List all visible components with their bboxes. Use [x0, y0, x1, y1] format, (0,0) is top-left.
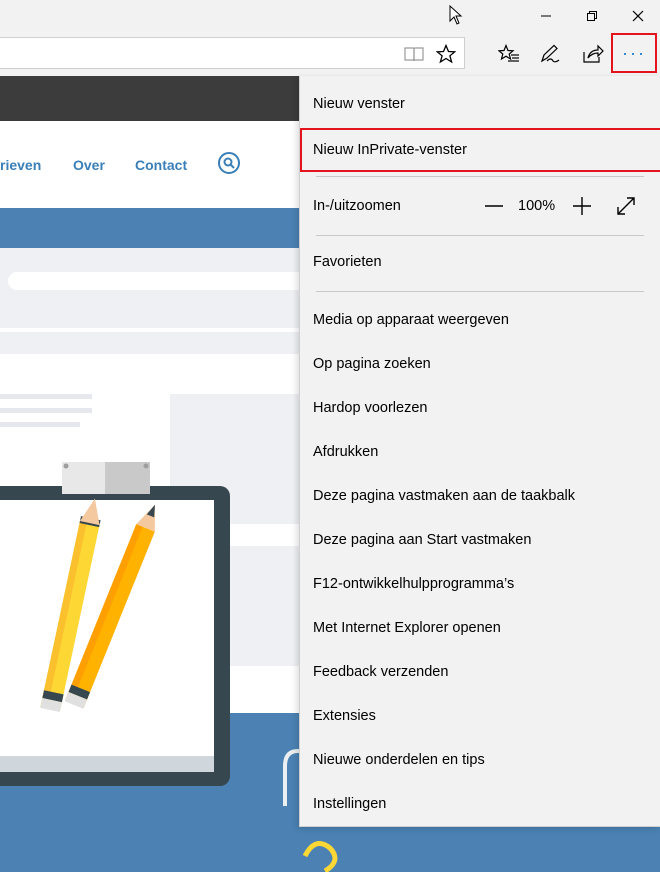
zoom-value: 100%: [518, 198, 556, 214]
restore-icon: [587, 11, 597, 21]
address-bar[interactable]: [0, 37, 465, 69]
browser-toolbar: ···: [0, 32, 660, 76]
menu-separator: [316, 176, 644, 177]
menu-item-pin-to-start[interactable]: Deze pagina aan Start vastmaken: [300, 518, 660, 562]
menu-separator: [316, 291, 644, 292]
menu-item-open-internet-explorer[interactable]: Met Internet Explorer openen: [300, 606, 660, 650]
menu-item-extensions[interactable]: Extensies: [300, 694, 660, 738]
menu-item-print[interactable]: Afdrukken: [300, 430, 660, 474]
more-icon: ···: [622, 42, 646, 63]
favorites-hub-icon[interactable]: [493, 38, 525, 70]
fullscreen-button[interactable]: [612, 192, 640, 220]
menu-item-cast-media[interactable]: Media op apparaat weergeven: [300, 298, 660, 342]
share-icon[interactable]: [577, 38, 609, 70]
minimize-button[interactable]: [523, 0, 569, 32]
menu-item-settings[interactable]: Instellingen: [300, 782, 660, 826]
menu-item-new-inprivate-window[interactable]: Nieuw InPrivate-venster: [300, 128, 660, 172]
web-note-pen-icon[interactable]: [534, 38, 566, 70]
zoom-label: In-/uitzoomen: [313, 198, 401, 214]
menu-item-send-feedback[interactable]: Feedback verzenden: [300, 650, 660, 694]
reading-view-icon[interactable]: [398, 38, 430, 70]
fullscreen-expand-icon: [617, 197, 635, 215]
zoom-in-button[interactable]: [568, 192, 596, 220]
plus-icon: [573, 197, 591, 215]
title-bar: [0, 0, 660, 32]
more-actions-button[interactable]: ···: [611, 33, 657, 73]
close-button[interactable]: [615, 0, 660, 32]
menu-item-pin-to-taskbar[interactable]: Deze pagina vastmaken aan de taakbalk: [300, 474, 660, 518]
close-icon: [632, 10, 644, 22]
mouse-cursor-icon: [449, 4, 463, 30]
menu-item-developer-tools[interactable]: F12-ontwikkelhulpprogramma’s: [300, 562, 660, 606]
menu-item-read-aloud[interactable]: Hardop voorlezen: [300, 386, 660, 430]
menu-item-find-on-page[interactable]: Op pagina zoeken: [300, 342, 660, 386]
zoom-out-button[interactable]: [480, 192, 508, 220]
menu-item-whats-new[interactable]: Nieuwe onderdelen en tips: [300, 738, 660, 782]
minimize-icon: [541, 15, 551, 17]
minus-icon: [485, 205, 503, 207]
favorite-star-icon[interactable]: [430, 38, 462, 70]
menu-item-favorites[interactable]: Favorieten: [300, 240, 660, 284]
menu-item-new-window[interactable]: Nieuw venster: [300, 82, 660, 126]
zoom-row: In-/uitzoomen 100%: [300, 184, 660, 228]
menu-separator: [316, 235, 644, 236]
restore-button[interactable]: [569, 0, 615, 32]
more-actions-menu: Nieuw venster Nieuw InPrivate-venster In…: [299, 76, 660, 827]
